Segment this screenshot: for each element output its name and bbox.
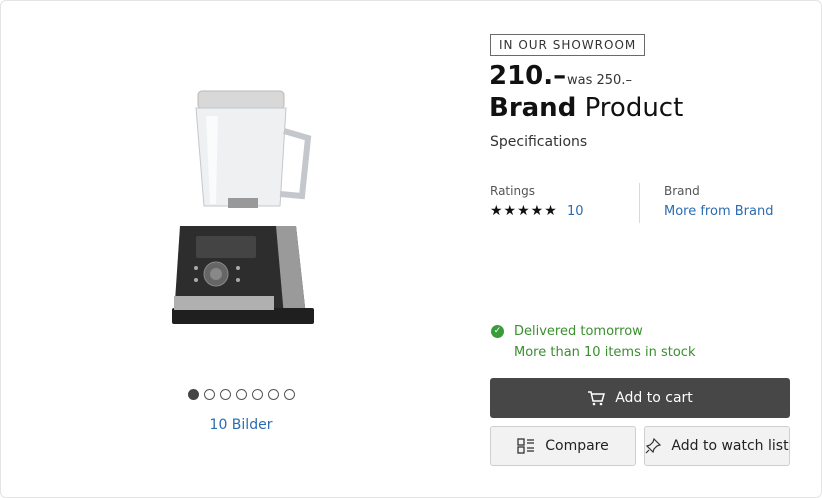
watch-list-label: Add to watch list — [671, 438, 789, 454]
star-rating[interactable]: ★★★★★ — [490, 203, 558, 219]
ratings-label: Ratings — [490, 184, 535, 198]
cart-icon — [587, 390, 606, 406]
pin-icon — [645, 438, 662, 454]
product-image[interactable] — [166, 86, 321, 336]
add-to-cart-label: Add to cart — [615, 390, 693, 406]
delivery-status: Delivered tomorrow — [514, 324, 643, 339]
pagination-dot[interactable] — [188, 389, 199, 400]
pagination-dot[interactable] — [236, 389, 247, 400]
product-title: Brand Product — [489, 93, 683, 123]
product-brand: Brand — [489, 93, 577, 123]
pagination-dot[interactable] — [284, 389, 295, 400]
current-price: 210.– — [489, 61, 567, 91]
check-circle-icon: ✓ — [491, 325, 504, 338]
divider — [639, 183, 640, 223]
showroom-badge: IN OUR SHOWROOM — [490, 34, 646, 56]
pagination-dot[interactable] — [204, 389, 215, 400]
specifications-link[interactable]: Specifications — [490, 134, 587, 150]
brand-label: Brand — [664, 184, 700, 198]
compare-button[interactable]: Compare — [490, 426, 636, 466]
previous-price: was 250.– — [567, 73, 632, 88]
compare-icon — [517, 438, 535, 454]
all-images-link[interactable]: 10 Bilder — [191, 417, 291, 433]
image-pagination-dots — [188, 389, 295, 400]
product-name: Product — [584, 93, 684, 123]
pagination-dot[interactable] — [252, 389, 263, 400]
compare-label: Compare — [545, 438, 609, 454]
rating-count-link[interactable]: 10 — [567, 204, 584, 219]
more-from-brand-link[interactable]: More from Brand — [664, 204, 773, 219]
add-to-watch-list-button[interactable]: Add to watch list — [644, 426, 790, 466]
add-to-cart-button[interactable]: Add to cart — [490, 378, 790, 418]
pagination-dot[interactable] — [268, 389, 279, 400]
image-gallery: 10 Bilder — [1, 1, 481, 498]
product-card: 10 Bilder IN OUR SHOWROOM 210.– was 250.… — [0, 0, 822, 498]
stock-status: More than 10 items in stock — [514, 345, 696, 360]
pagination-dot[interactable] — [220, 389, 231, 400]
